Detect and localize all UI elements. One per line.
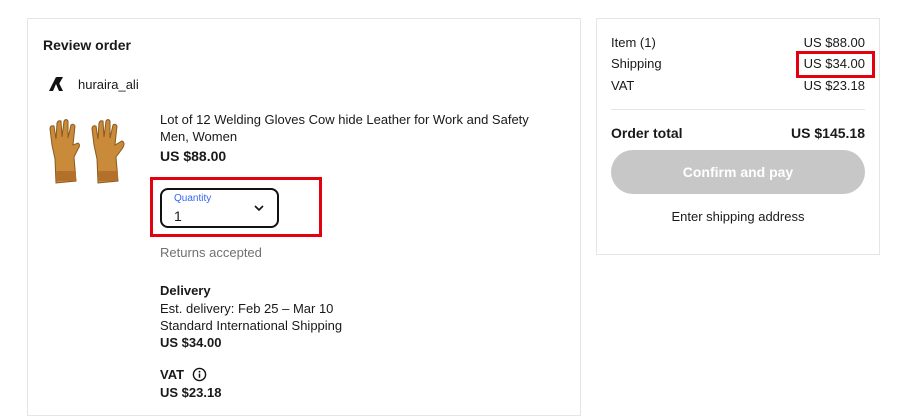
item-price: US $88.00: [160, 148, 227, 164]
vat-heading: VAT: [160, 367, 185, 382]
seller-row: huraira_ali: [46, 74, 139, 94]
quantity-highlight-box: [150, 177, 322, 237]
summary-row-vat: VAT US $23.18: [611, 78, 865, 93]
product-image[interactable]: [46, 115, 134, 189]
delivery-heading: Delivery: [160, 283, 211, 298]
returns-policy: Returns accepted: [160, 245, 262, 260]
seller-name: huraira_ali: [78, 76, 139, 92]
summary-item-value: US $88.00: [803, 35, 865, 50]
vat-heading-row: VAT: [160, 367, 207, 382]
enter-shipping-address-link[interactable]: Enter shipping address: [597, 209, 879, 224]
seller-logo-icon: [49, 77, 63, 91]
shipping-highlight-box: [796, 51, 875, 78]
summary-vat-label: VAT: [611, 78, 635, 93]
order-total-row: Order total US $145.18: [611, 125, 865, 141]
summary-vat-value: US $23.18: [803, 78, 865, 93]
summary-item-label: Item (1): [611, 35, 656, 50]
review-order-panel: Review order huraira_ali Lot of 12 Weldi…: [27, 18, 581, 416]
confirm-and-pay-button[interactable]: Confirm and pay: [611, 150, 865, 194]
summary-divider: [611, 109, 865, 110]
summary-row-item: Item (1) US $88.00: [611, 35, 865, 50]
delivery-cost: US $34.00: [160, 335, 222, 350]
shipping-method: Standard International Shipping: [160, 318, 343, 333]
review-order-title: Review order: [43, 37, 131, 53]
item-title[interactable]: Lot of 12 Welding Gloves Cow hide Leathe…: [160, 111, 555, 145]
vat-cost: US $23.18: [160, 385, 222, 400]
order-total-value: US $145.18: [791, 125, 865, 141]
order-total-label: Order total: [611, 125, 683, 141]
delivery-estimate: Est. delivery: Feb 25 – Mar 10: [160, 301, 334, 316]
info-icon[interactable]: [192, 367, 207, 382]
summary-shipping-label: Shipping: [611, 56, 662, 71]
order-summary-panel: Item (1) US $88.00 Shipping US $34.00 VA…: [596, 18, 880, 255]
